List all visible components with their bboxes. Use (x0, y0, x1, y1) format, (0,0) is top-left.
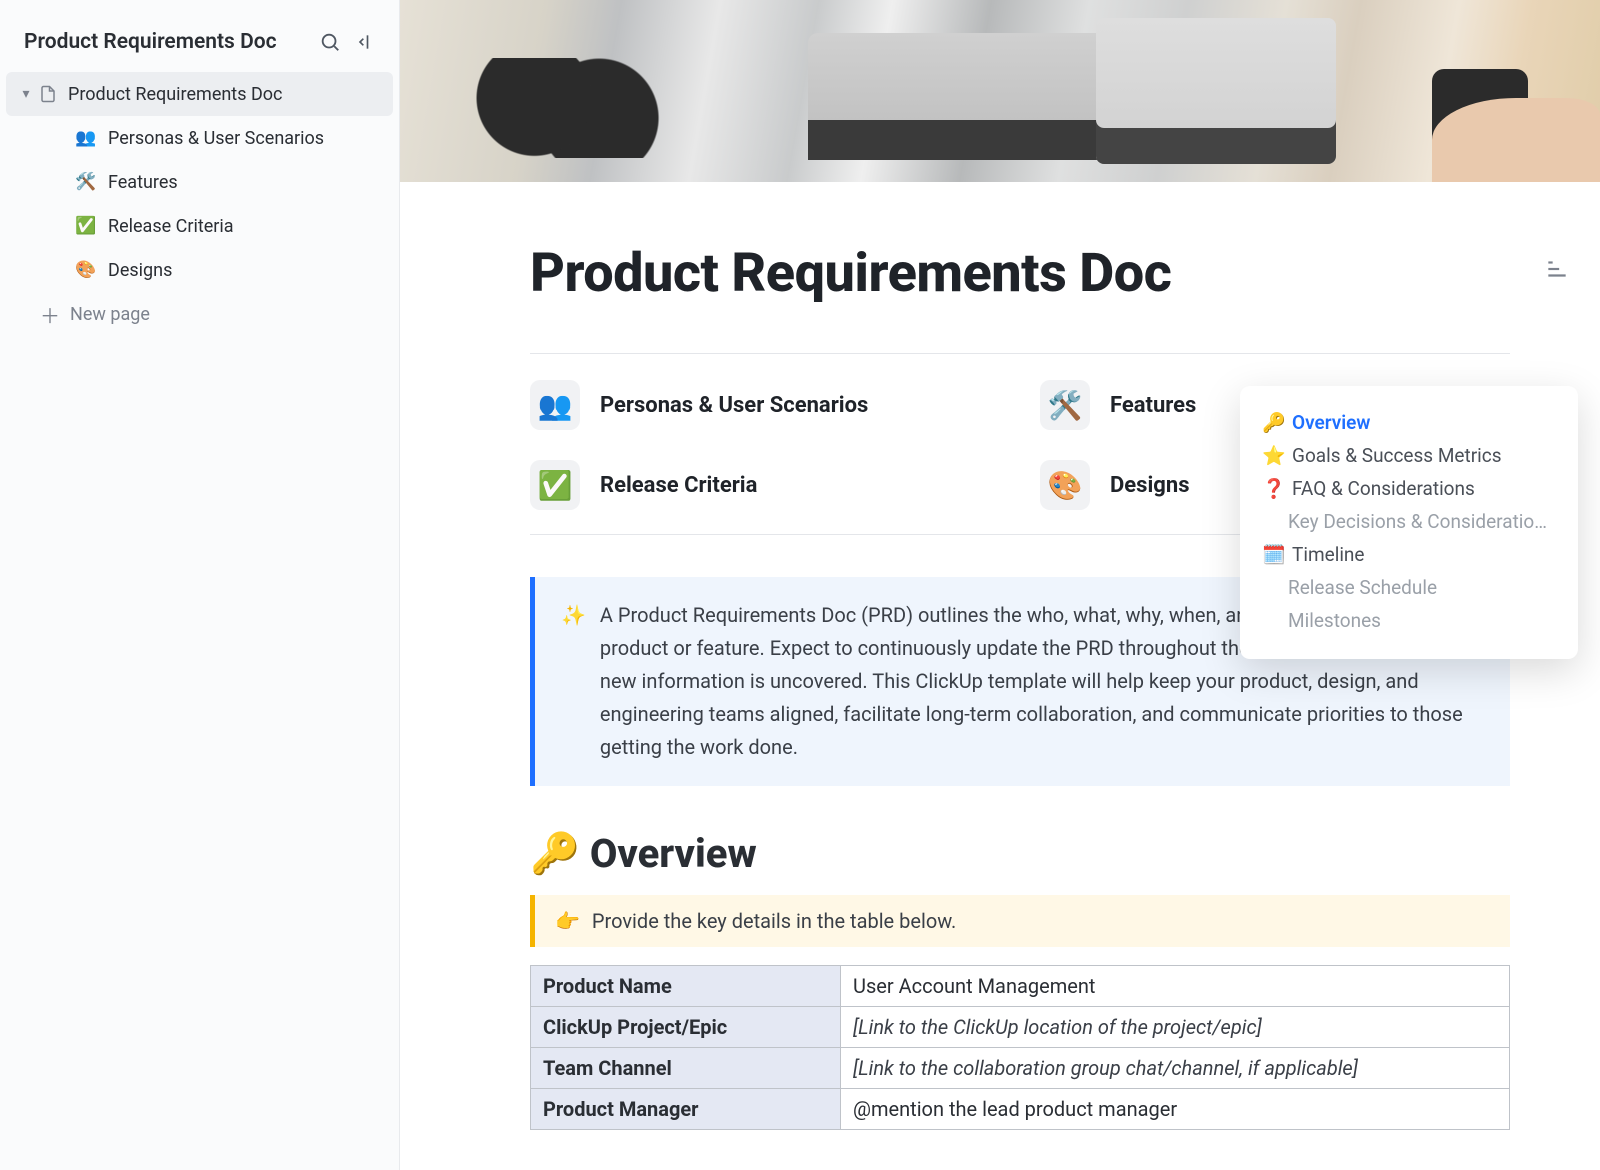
table-label[interactable]: Product Manager (531, 1089, 841, 1130)
outline-item-label: Milestones (1288, 609, 1381, 632)
new-page-label: New page (70, 304, 150, 325)
outline-item-label: FAQ & Considerations (1292, 477, 1475, 500)
outline-item-label: Release Schedule (1288, 576, 1437, 599)
palette-icon: 🎨 (72, 260, 100, 280)
outline-item-label: Key Decisions & Consideratio… (1288, 510, 1547, 533)
sidebar-item-label: Product Requirements Doc (68, 84, 282, 105)
collapse-sidebar-icon[interactable] (355, 32, 375, 52)
linked-page-label: Personas & User Scenarios (600, 393, 868, 418)
outline-item-key-decisions[interactable]: Key Decisions & Consideratio… (1258, 505, 1560, 538)
linked-page-label: Features (1110, 393, 1196, 418)
page-title[interactable]: Product Requirements Doc (530, 242, 1530, 305)
linked-page-label: Designs (1110, 473, 1190, 498)
point-right-icon: 👉 (555, 909, 580, 933)
table-row: Product Manager @mention the lead produc… (531, 1089, 1510, 1130)
overview-table[interactable]: Product Name User Account Management Cli… (530, 965, 1510, 1130)
overview-hint-text: Provide the key details in the table bel… (592, 909, 956, 933)
table-label[interactable]: Product Name (531, 966, 841, 1007)
overview-heading[interactable]: 🔑 Overview (530, 830, 1530, 877)
sidebar-item-label: Designs (108, 260, 172, 281)
outline-panel: 🔑 Overview ⭐ Goals & Success Metrics ❓ F… (1240, 386, 1578, 659)
tools-icon: 🛠️ (72, 172, 100, 192)
sidebar-header-actions (319, 31, 375, 53)
palette-icon: 🎨 (1040, 460, 1090, 510)
outline-item-label: Timeline (1292, 543, 1365, 566)
sidebar-item-label: Release Criteria (108, 216, 234, 237)
sidebar-item-label: Features (108, 172, 178, 193)
question-icon: ❓ (1262, 477, 1284, 500)
search-icon[interactable] (319, 31, 341, 53)
table-row: Product Name User Account Management (531, 966, 1510, 1007)
outline-item-milestones[interactable]: Milestones (1258, 604, 1560, 637)
linked-page-personas[interactable]: 👥 Personas & User Scenarios (530, 380, 1000, 430)
outline-toggle-icon[interactable] (1544, 256, 1570, 286)
sidebar-tree: ▾ Product Requirements Doc 👥 Personas & … (0, 66, 399, 342)
page-icon (36, 85, 60, 103)
outline-item-label: Overview (1292, 411, 1370, 434)
overview-heading-text: Overview (590, 830, 757, 877)
sidebar-title: Product Requirements Doc (24, 30, 277, 54)
table-value[interactable]: [Link to the collaboration group chat/ch… (841, 1048, 1510, 1089)
table-value[interactable]: [Link to the ClickUp location of the pro… (841, 1007, 1510, 1048)
key-icon: 🔑 (1262, 411, 1284, 434)
table-row: ClickUp Project/Epic [Link to the ClickU… (531, 1007, 1510, 1048)
new-page-button[interactable]: ＋ New page (0, 292, 399, 336)
star-icon: ⭐ (1262, 444, 1284, 467)
outline-item-overview[interactable]: 🔑 Overview (1258, 406, 1560, 439)
sidebar-header: Product Requirements Doc (0, 12, 399, 66)
sidebar: Product Requirements Doc ▾ Product Requi… (0, 0, 400, 1170)
table-value[interactable]: @mention the lead product manager (841, 1089, 1510, 1130)
sidebar-item-release-criteria[interactable]: ✅ Release Criteria (0, 204, 399, 248)
overview-hint[interactable]: 👉 Provide the key details in the table b… (530, 895, 1510, 947)
sidebar-item-features[interactable]: 🛠️ Features (0, 160, 399, 204)
chevron-down-icon[interactable]: ▾ (16, 86, 36, 102)
plus-icon: ＋ (38, 300, 62, 329)
linked-page-label: Release Criteria (600, 473, 757, 498)
check-icon: ✅ (530, 460, 580, 510)
tools-icon: 🛠️ (1040, 380, 1090, 430)
sparkle-icon: ✨ (561, 599, 586, 764)
people-icon: 👥 (72, 128, 100, 148)
table-value[interactable]: User Account Management (841, 966, 1510, 1007)
table-label[interactable]: ClickUp Project/Epic (531, 1007, 841, 1048)
table-row: Team Channel [Link to the collaboration … (531, 1048, 1510, 1089)
people-icon: 👥 (530, 380, 580, 430)
outline-item-goals[interactable]: ⭐ Goals & Success Metrics (1258, 439, 1560, 472)
outline-item-label: Goals & Success Metrics (1292, 444, 1502, 467)
key-icon: 🔑 (530, 830, 580, 877)
sidebar-item-designs[interactable]: 🎨 Designs (0, 248, 399, 292)
sidebar-item-root[interactable]: ▾ Product Requirements Doc (6, 72, 393, 116)
cover-image[interactable] (400, 0, 1600, 182)
linked-page-release-criteria[interactable]: ✅ Release Criteria (530, 460, 1000, 510)
outline-item-faq[interactable]: ❓ FAQ & Considerations (1258, 472, 1560, 505)
calendar-icon: 🗓️ (1262, 543, 1284, 566)
outline-item-timeline[interactable]: 🗓️ Timeline (1258, 538, 1560, 571)
outline-item-release-schedule[interactable]: Release Schedule (1258, 571, 1560, 604)
table-label[interactable]: Team Channel (531, 1048, 841, 1089)
check-icon: ✅ (72, 216, 100, 236)
sidebar-item-label: Personas & User Scenarios (108, 128, 324, 149)
sidebar-item-personas[interactable]: 👥 Personas & User Scenarios (0, 116, 399, 160)
main: Product Requirements Doc 👥 Personas & Us… (400, 0, 1600, 1170)
